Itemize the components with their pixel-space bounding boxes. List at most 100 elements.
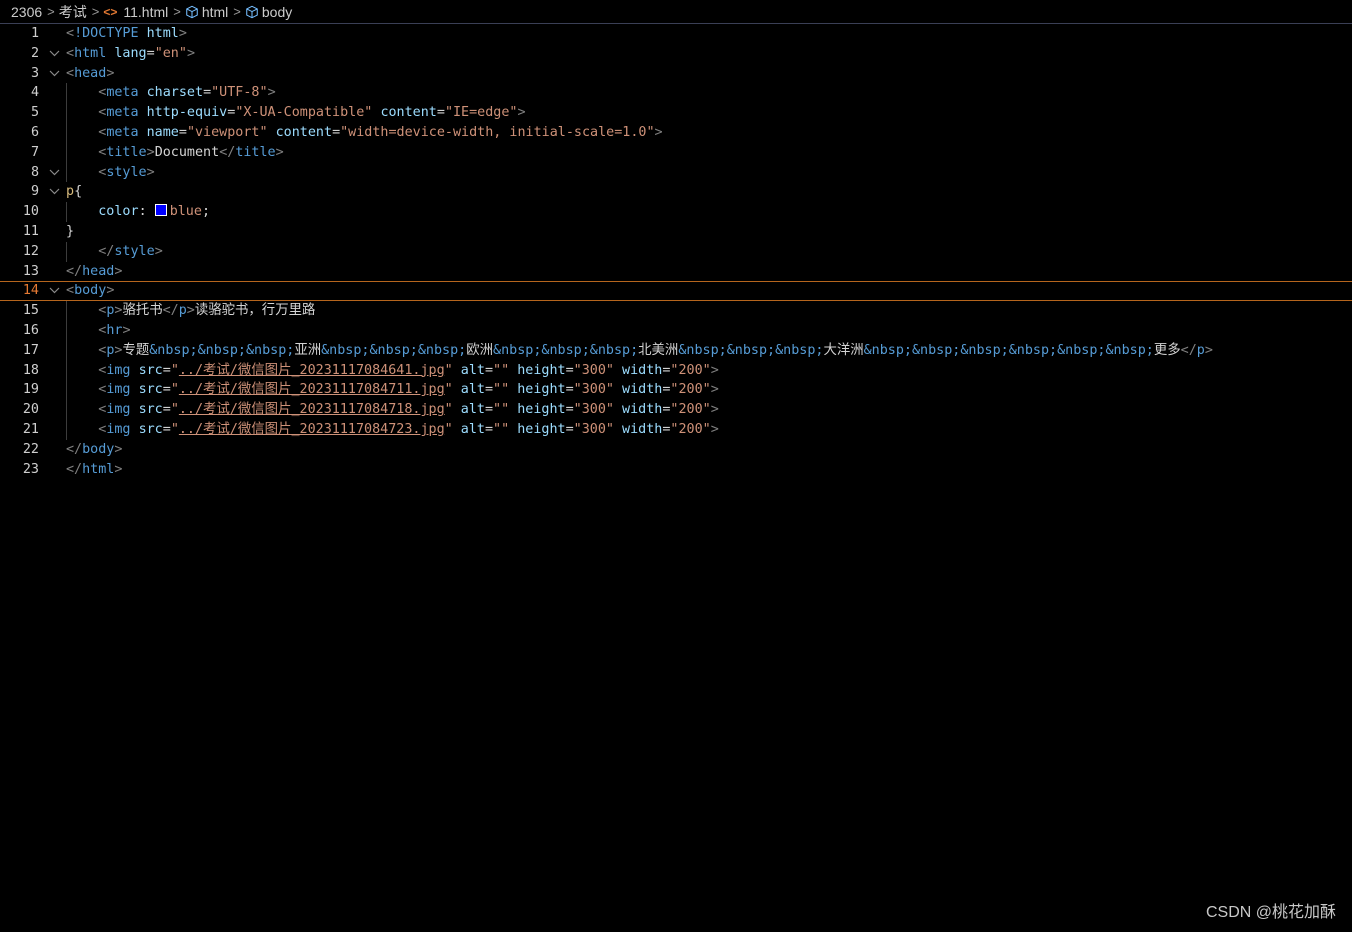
code-line[interactable]: 7 <title>Document</title> [0, 143, 1352, 163]
breadcrumb-file[interactable]: <> 11.html [103, 4, 168, 20]
code-token: html [74, 45, 107, 61]
code-token: img [106, 421, 131, 437]
code-token: "X-UA-Compatible" [235, 105, 373, 121]
line-number: 10 [22, 204, 39, 220]
code-token: src [138, 362, 163, 378]
code-token: = [565, 382, 574, 398]
code-editor[interactable]: 1 <!DOCTYPE html> 2 <html lang="en"> 3 <head>… [0, 24, 1352, 932]
code-token: name [146, 124, 179, 140]
code-token: > [517, 105, 526, 121]
code-text: <style> [66, 163, 154, 183]
code-line[interactable]: 3 <head> [0, 64, 1352, 84]
code-token: < [66, 283, 75, 299]
code-line[interactable]: 6 <meta name="viewport" content="width=d… [0, 123, 1352, 143]
breadcrumb-subfolder[interactable]: 考试 [59, 2, 87, 22]
code-token: "en" [154, 45, 187, 61]
line-number: 9 [30, 184, 39, 200]
code-line[interactable]: 21 <img src="../考试/微信图片_20231117084723.j… [0, 420, 1352, 440]
code-token: alt [460, 421, 485, 437]
fold-chevron-icon[interactable] [49, 182, 61, 202]
code-text: color: blue; [66, 202, 210, 222]
code-line[interactable]: 15 <p>骆托书</p>读骆驼书，行万里路 [0, 301, 1352, 321]
code-token: > [178, 26, 187, 41]
fold-chevron-icon[interactable] [49, 163, 61, 183]
code-line[interactable]: 2 <html lang="en"> [0, 44, 1352, 64]
code-token: < [66, 65, 75, 81]
code-line[interactable]: 4 <meta charset="UTF-8"> [0, 83, 1352, 103]
code-line[interactable]: 16 <hr> [0, 321, 1352, 341]
line-number: 16 [22, 322, 39, 338]
code-token: img [106, 402, 131, 418]
line-number: 6 [30, 124, 39, 140]
code-text: </body> [66, 440, 122, 460]
code-token: html [82, 461, 115, 477]
code-token: width [622, 402, 663, 418]
code-text: <meta charset="UTF-8"> [66, 83, 276, 103]
color-swatch-icon[interactable] [154, 204, 167, 217]
code-line[interactable]: 20 <img src="../考试/微信图片_20231117084718.j… [0, 400, 1352, 420]
code-line[interactable]: 14 <body> [0, 281, 1352, 301]
code-token: "300" [573, 421, 614, 437]
breadcrumb-element-html[interactable]: html [185, 4, 228, 20]
code-token: "200" [670, 362, 711, 378]
fold-chevron-icon[interactable] [49, 64, 61, 84]
code-line[interactable]: 18 <img src="../考试/微信图片_20231117084641.j… [0, 361, 1352, 381]
line-number: 1 [30, 26, 39, 41]
line-number: 12 [22, 243, 39, 259]
code-line[interactable]: 5 <meta http-equiv="X-UA-Compatible" con… [0, 103, 1352, 123]
code-token: = [484, 362, 494, 378]
code-token: "viewport" [186, 124, 268, 140]
code-token: width [622, 421, 663, 437]
code-line[interactable]: 10 color: blue; [0, 202, 1352, 222]
code-line[interactable]: 22 </body> [0, 440, 1352, 460]
code-token: p [1196, 342, 1205, 358]
code-token: p [178, 303, 187, 319]
code-token: &nbsp;&nbsp;&nbsp; [678, 342, 824, 358]
code-text: <!DOCTYPE html> [66, 24, 187, 44]
code-token: "300" [573, 402, 614, 418]
code-line[interactable]: 8 <style> [0, 163, 1352, 183]
code-token: " [170, 362, 179, 378]
line-number: 8 [30, 164, 39, 180]
code-token: "" [493, 402, 510, 418]
code-token: src [138, 421, 163, 437]
code-line[interactable]: 19 <img src="../考试/微信图片_20231117084711.j… [0, 380, 1352, 400]
code-token: = [162, 402, 171, 418]
breadcrumb-folder[interactable]: 2306 [11, 4, 42, 20]
code-token: "300" [573, 362, 614, 378]
breadcrumb-element-body[interactable]: body [245, 4, 292, 20]
code-token: < [66, 45, 75, 61]
code-token: "300" [573, 382, 614, 398]
fold-chevron-icon[interactable] [49, 281, 61, 301]
line-number: 4 [30, 85, 39, 101]
code-text: <p>骆托书</p>读骆驼书，行万里路 [66, 301, 315, 321]
code-token: p [66, 184, 75, 200]
code-line[interactable]: 17 <p>专题&nbsp;&nbsp;&nbsp;亚洲&nbsp;&nbsp;… [0, 341, 1352, 361]
code-line[interactable]: 1 <!DOCTYPE html> [0, 24, 1352, 44]
code-line[interactable]: 13 </head> [0, 262, 1352, 282]
code-token: " [170, 382, 179, 398]
code-line[interactable]: 11} [0, 222, 1352, 242]
code-token: height [517, 421, 566, 437]
code-token: "UTF-8" [211, 85, 268, 101]
code-line[interactable]: 23 </html> [0, 460, 1352, 480]
code-token: > [267, 85, 276, 101]
code-line[interactable]: 12 </style> [0, 242, 1352, 262]
code-token: alt [460, 382, 485, 398]
code-line[interactable]: 9 p{ [0, 182, 1352, 202]
fold-chevron-icon[interactable] [49, 44, 61, 64]
code-token: img [106, 382, 131, 398]
code-token: " [170, 421, 179, 437]
